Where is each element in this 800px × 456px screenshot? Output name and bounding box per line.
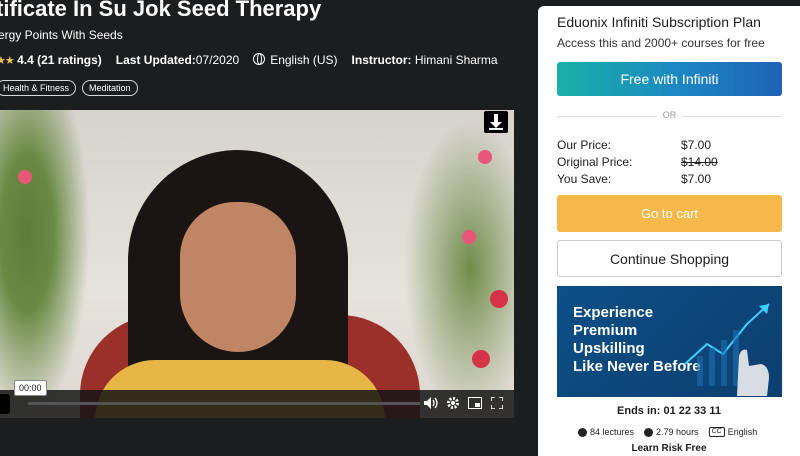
time-tooltip: 00:00: [14, 380, 47, 396]
you-save-label: You Save:: [557, 172, 612, 186]
language-stat-text: English: [727, 427, 758, 437]
lectures-stat: 84 lectures: [578, 427, 634, 437]
original-price-label: Original Price:: [557, 155, 633, 169]
growth-arrow-icon: [684, 303, 770, 396]
free-with-infiniti-button[interactable]: Free with Infiniti: [557, 62, 782, 96]
hours-text: 2.79 hours: [656, 427, 699, 437]
original-price-row: Original Price: $14.00: [557, 154, 718, 171]
price-table: Our Price: $7.00 Original Price: $14.00 …: [557, 137, 718, 188]
fullscreen-icon[interactable]: [488, 394, 506, 412]
or-divider: OR: [557, 110, 782, 120]
learn-risk-free: Learn Risk Free: [631, 443, 707, 454]
globe-icon: [253, 53, 266, 65]
language: English (US): [253, 53, 338, 67]
play-circle-icon: [578, 427, 587, 437]
plan-title: Eduonix Infiniti Subscription Plan: [557, 14, 761, 30]
flower: [18, 170, 32, 184]
flower: [478, 150, 492, 164]
picture-in-picture-icon[interactable]: [466, 394, 484, 412]
instructor-label: Instructor:: [351, 53, 412, 67]
ends-in-timer: Ends in: 01 22 33 11: [617, 405, 721, 417]
flower: [472, 350, 490, 368]
promo-banner[interactable]: Experience Premium Upskilling Like Never…: [557, 286, 782, 397]
course-subtitle: ergy Points With Seeds: [0, 28, 123, 42]
or-label: OR: [656, 110, 683, 120]
closed-captions-icon: CC: [708, 427, 725, 437]
course-title: tificate In Su Jok Seed Therapy: [0, 0, 322, 21]
control-icons: [422, 394, 506, 412]
instructor-name[interactable]: Himani Sharma: [415, 53, 498, 67]
video-controls: [0, 390, 514, 418]
language-stat: CC English: [708, 427, 758, 437]
flower: [462, 230, 476, 244]
volume-icon[interactable]: [422, 394, 440, 412]
our-price-row: Our Price: $7.00: [557, 137, 718, 154]
last-updated: Last Updated:07/2020: [116, 53, 239, 67]
language-text: English (US): [270, 53, 338, 67]
original-price-value: $14.00: [681, 155, 718, 169]
course-meta-row: ★★ 4.4 (21 ratings) Last Updated:07/2020…: [0, 53, 498, 67]
our-price-value: $7.00: [681, 138, 712, 152]
lectures-text: 84 lectures: [590, 427, 635, 437]
tag-health-fitness[interactable]: Health & Fitness: [0, 80, 77, 96]
last-updated-value: 07/2020: [195, 53, 240, 67]
star-rating-icon: ★★: [0, 55, 15, 67]
category-tags: Health & Fitness Meditation: [0, 80, 138, 96]
purchase-card: Eduonix Infiniti Subscription Plan Acces…: [538, 6, 800, 456]
play-button[interactable]: [0, 394, 10, 414]
last-updated-label: Last Updated:: [115, 53, 196, 67]
video-player[interactable]: 00:00: [0, 110, 514, 418]
course-stats: 84 lectures 2.79 hours CC English: [578, 427, 757, 437]
settings-icon[interactable]: [444, 394, 462, 412]
instructor: Instructor: Himani Sharma: [352, 53, 498, 67]
rating-text: 4.4 (21 ratings): [17, 53, 102, 67]
background-plant: [404, 120, 514, 418]
continue-shopping-button[interactable]: Continue Shopping: [557, 240, 782, 277]
plan-subtitle: Access this and 2000+ courses for free: [557, 36, 765, 50]
hours-stat: 2.79 hours: [644, 427, 699, 437]
presenter-face: [180, 202, 296, 352]
clock-icon: [644, 427, 654, 437]
you-save-row: You Save: $7.00: [557, 171, 718, 188]
our-price-label: Our Price:: [557, 138, 612, 152]
background-plant: [0, 110, 90, 418]
rating-group: ★★ 4.4 (21 ratings): [0, 53, 102, 67]
progress-bar[interactable]: [28, 402, 420, 405]
flower: [490, 290, 508, 308]
download-icon[interactable]: [484, 111, 508, 133]
go-to-cart-button[interactable]: Go to cart: [557, 195, 782, 232]
you-save-value: $7.00: [681, 172, 712, 186]
tag-meditation[interactable]: Meditation: [82, 80, 138, 96]
